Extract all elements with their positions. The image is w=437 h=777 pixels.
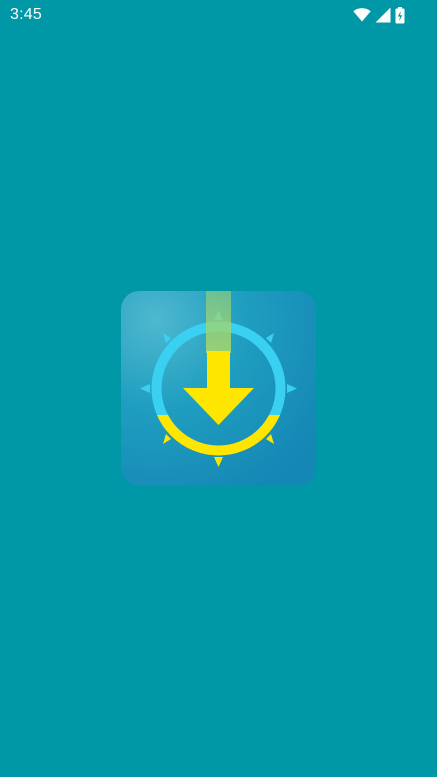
status-time: 3:45 xyxy=(10,6,42,23)
app-logo xyxy=(121,291,316,486)
wifi-icon xyxy=(353,8,371,22)
status-icons xyxy=(353,6,405,24)
cellular-signal-icon xyxy=(375,7,391,23)
status-bar: 3:45 xyxy=(0,0,437,30)
download-gear-logo-icon xyxy=(121,291,316,486)
battery-charging-icon xyxy=(395,6,405,24)
